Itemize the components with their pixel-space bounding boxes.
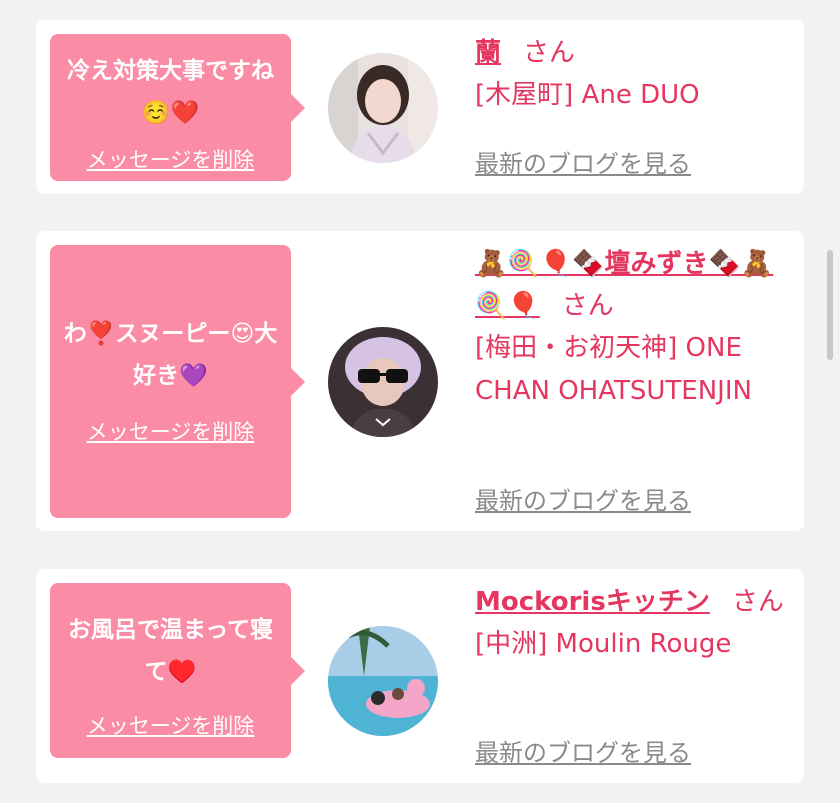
delete-message-link[interactable]: メッセージを削除 [50,710,291,740]
delete-message-link[interactable]: メッセージを削除 [50,416,291,446]
message-card: お風呂で温まって寝て♥️ メッセージを削除 Mockorisキッチン さん [中洲… [36,569,804,783]
message-card: 冷え対策大事ですね☺️❤️ メッセージを削除 蘭さん [木屋町] Ane DUO… [36,20,804,194]
message-bubble: お風呂で温まって寝て♥️ メッセージを削除 [50,583,305,758]
cast-info: 🧸🍭🎈🍫壇みずき🍫🧸🍭🎈 さん [梅田・お初天神] ONE CHAN OHATSU… [475,243,795,413]
message-card: わ❣️スヌーピー😍大好き💜 メッセージを削除 🧸🍭🎈🍫壇みずき🍫🧸🍭🎈 さん [梅… [36,231,804,531]
shop-name: [中洲] Moulin Rouge [475,629,732,659]
latest-blog-link[interactable]: 最新のブログを見る [475,481,691,516]
cast-info: 蘭さん [木屋町] Ane DUO [475,32,795,117]
avatar[interactable] [328,626,438,736]
avatar[interactable] [328,53,438,163]
message-text: 冷え対策大事ですね☺️❤️ [67,58,274,126]
delete-message-link[interactable]: メッセージを削除 [50,144,291,174]
cast-info: Mockorisキッチン さん [中洲] Moulin Rouge [475,581,795,666]
cast-name-link[interactable]: Mockorisキッチン [475,587,710,617]
honorific: さん [731,587,784,617]
cast-name-link[interactable]: 🧸🍭🎈🍫壇みずき🍫🧸🍭🎈 [475,249,773,321]
message-bubble: 冷え対策大事ですね☺️❤️ メッセージを削除 [50,34,305,181]
message-text: お風呂で温まって寝て♥️ [68,617,273,685]
cast-name-link[interactable]: 蘭 [475,38,501,68]
shop-name: [木屋町] Ane DUO [475,80,700,110]
latest-blog-link[interactable]: 最新のブログを見る [475,733,691,768]
honorific: さん [523,38,576,68]
avatar[interactable] [328,327,438,437]
message-text: わ❣️スヌーピー😍大好き💜 [63,321,278,389]
scrollbar-thumb[interactable] [827,250,833,360]
honorific: さん [561,291,614,321]
latest-blog-link[interactable]: 最新のブログを見る [475,144,691,179]
shop-name: [梅田・お初天神] ONE CHAN OHATSUTENJIN [475,333,752,406]
message-bubble: わ❣️スヌーピー😍大好き💜 メッセージを削除 [50,245,305,518]
